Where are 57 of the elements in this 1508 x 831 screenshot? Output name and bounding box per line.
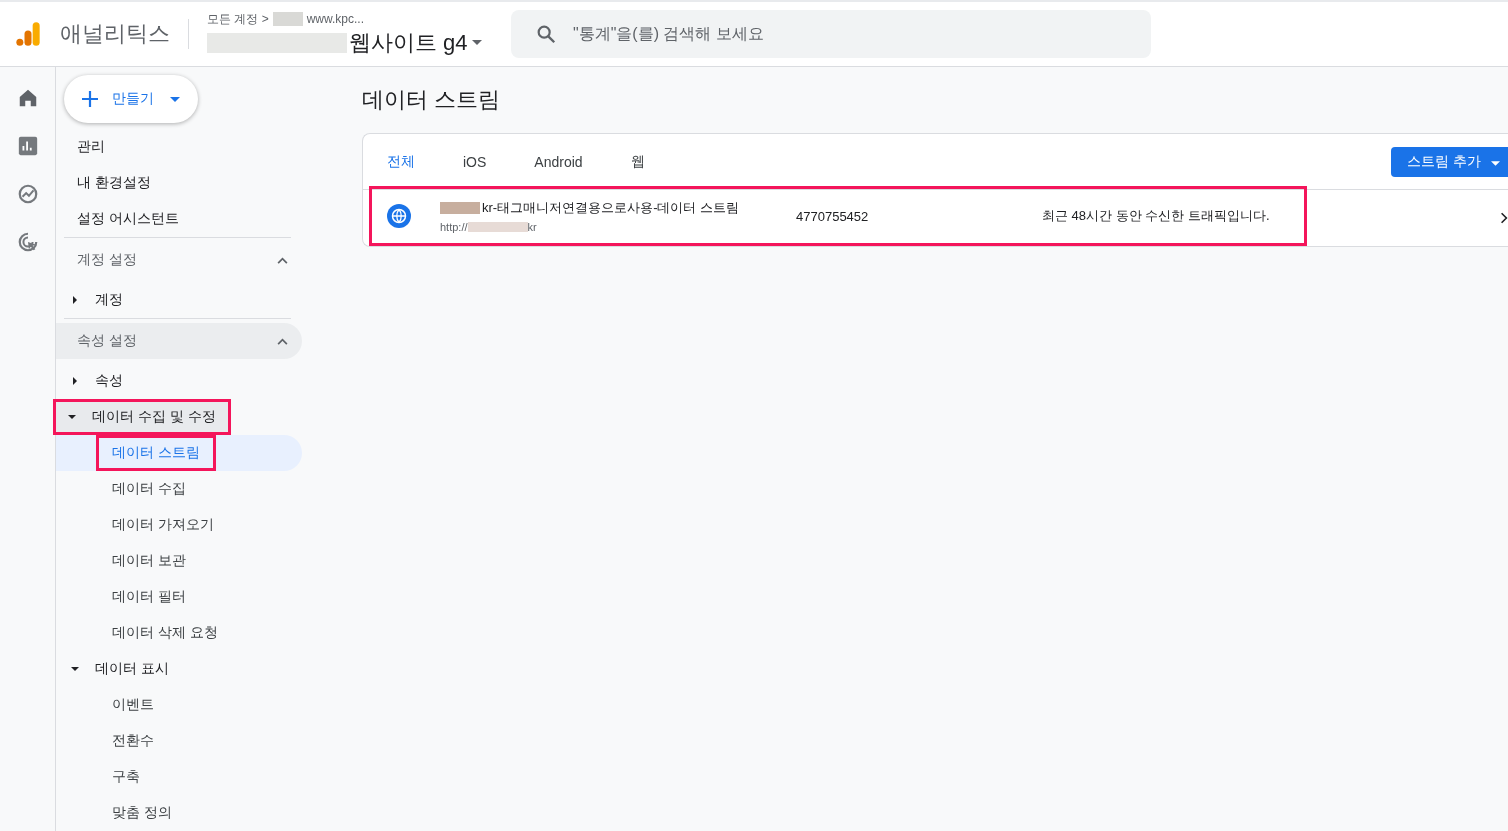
caret-down-icon [1491,160,1500,166]
stream-row[interactable]: kr-태그매니저연결용으로사용-데이터 스트림 http:// kr 4770755452 최근 48시간 동안 수신한 트래픽입니다. [369,186,1307,246]
triangle-icon [71,377,79,385]
nav-item[interactable]: 맞춤 정의 [96,795,188,831]
nav-item[interactable]: 데이터 가져오기 [96,507,230,543]
add-stream-button[interactable]: 스트림 추가 [1391,146,1508,177]
filter-tab[interactable]: Android [510,134,607,189]
nav-item[interactable]: 관리 [56,129,302,165]
nav-group[interactable]: 데이터 수집 및 수정 [53,399,231,435]
redacted-block [440,202,480,214]
stream-status: 최근 48시간 동안 수신한 트래픽입니다. [1042,207,1270,225]
target-cursor-icon[interactable] [16,231,39,253]
nav-group[interactable]: 데이터 표시 [56,651,184,687]
nav-item[interactable]: 이벤트 [96,687,170,723]
chevron-right-icon[interactable] [1500,211,1508,225]
filter-tab[interactable]: 웹 [606,134,669,189]
redacted-block [272,12,303,26]
nav-item[interactable]: 데이터 삭제 요청 [96,615,234,651]
stream-name: kr-태그매니저연결용으로사용-데이터 스트림 [482,199,740,217]
filter-tab[interactable]: iOS [439,134,511,189]
nav-item[interactable]: 데이터 수집 [96,471,202,507]
nav-item[interactable]: 데이터 보관 [96,543,202,579]
caret-down-icon [471,40,482,45]
url-prefix: http:// [440,221,468,233]
trend-chart-icon[interactable] [16,183,39,205]
plus-icon [82,91,98,107]
chevron-icon [277,256,288,264]
property-selector[interactable]: 웹사이트 g4 [349,27,482,58]
redacted-block [467,222,528,232]
triangle-icon [71,296,79,304]
caret-down-icon [170,96,180,102]
search-icon [535,23,557,45]
triangle-icon [71,665,79,673]
globe-icon [387,204,411,228]
chevron-icon [277,337,288,345]
nav-group[interactable]: 계정 [56,282,138,318]
stream-id: 4770755452 [796,208,870,224]
section-header[interactable]: 속성 설정 [56,323,302,359]
search-field[interactable]: "통계"을(를) 검색해 보세요 [511,10,1151,58]
nav-item[interactable]: 구축 [96,759,156,795]
nav-group[interactable]: 속성 [56,363,138,399]
product-name: 애널리틱스 [60,20,170,48]
create-button[interactable]: 만들기 [64,75,198,123]
analytics-logo-icon [14,20,42,48]
nav-item[interactable]: 설정 어시스턴트 [56,201,302,237]
bar-chart-icon[interactable] [16,135,39,157]
section-header[interactable]: 계정 설정 [56,242,302,278]
account-name: www.kpc... [306,12,365,26]
breadcrumb-link[interactable]: 모든 계정 > [207,10,269,28]
nav-item[interactable]: 데이터 필터 [96,579,202,615]
nav-item[interactable]: 내 환경설정 [56,165,302,201]
triangle-icon [68,413,76,421]
filter-tab[interactable]: 전체 [363,134,439,189]
nav-item[interactable]: 데이터 스트림 [96,435,216,471]
url-suffix: kr [527,221,537,233]
page-title: 데이터 스트림 [362,86,502,114]
nav-item[interactable]: 전환수 [96,723,170,759]
